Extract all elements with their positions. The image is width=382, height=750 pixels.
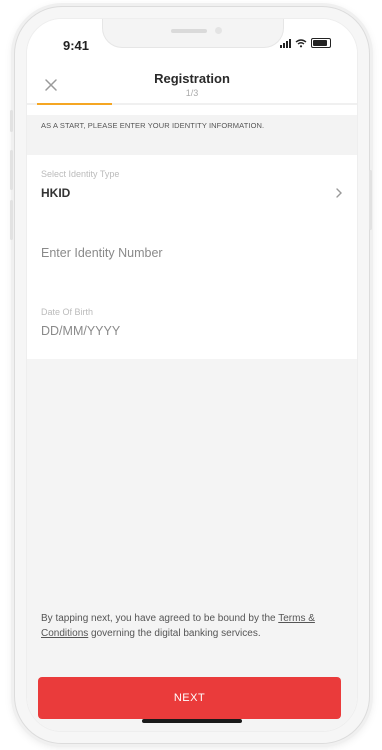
battery-icon	[311, 38, 331, 48]
identity-number-placeholder: Enter Identity Number	[41, 246, 163, 260]
camera-dot	[215, 27, 222, 34]
progress-fill	[37, 103, 112, 105]
phone-volume-down-button	[10, 200, 13, 240]
step-indicator: 1/3	[185, 88, 199, 98]
wifi-icon	[295, 38, 307, 47]
date-of-birth-field[interactable]: Date Of Birth DD/MM/YYYY	[27, 287, 357, 359]
terms-prefix: By tapping next, you have agreed to be b…	[41, 613, 276, 624]
phone-side-button	[10, 110, 13, 132]
app-screen: 9:41 Registration 1/3 AS A START, PLEASE…	[26, 18, 358, 732]
intro-text: AS A START, PLEASE ENTER YOUR IDENTITY I…	[41, 121, 265, 130]
identity-number-field[interactable]: Enter Identity Number	[27, 215, 357, 288]
progress-bar	[27, 103, 357, 105]
top-nav: Registration 1/3	[27, 65, 357, 115]
identity-type-select[interactable]: Select Identity Type HKID	[27, 155, 357, 216]
identity-type-label: Select Identity Type	[41, 169, 120, 179]
status-icons	[280, 38, 331, 48]
status-bar: 9:41	[27, 19, 357, 65]
phone-volume-up-button	[10, 150, 13, 190]
identity-type-value: HKID	[41, 186, 71, 200]
terms-text: By tapping next, you have agreed to be b…	[41, 611, 341, 641]
bottom-area: By tapping next, you have agreed to be b…	[27, 359, 357, 731]
signal-icon	[280, 38, 291, 48]
intro-section: AS A START, PLEASE ENTER YOUR IDENTITY I…	[27, 115, 357, 155]
next-button[interactable]: NEXT	[38, 677, 341, 719]
status-time: 9:41	[63, 38, 90, 53]
speaker-grille	[171, 29, 207, 33]
date-of-birth-label: Date Of Birth	[41, 307, 94, 317]
chevron-right-icon	[336, 188, 342, 198]
phone-power-button	[369, 170, 372, 230]
page-title: Registration	[154, 71, 230, 86]
home-indicator	[142, 719, 242, 723]
terms-suffix: governing the digital banking services.	[91, 628, 261, 639]
date-of-birth-placeholder: DD/MM/YYYY	[41, 324, 121, 338]
notch	[102, 19, 284, 48]
